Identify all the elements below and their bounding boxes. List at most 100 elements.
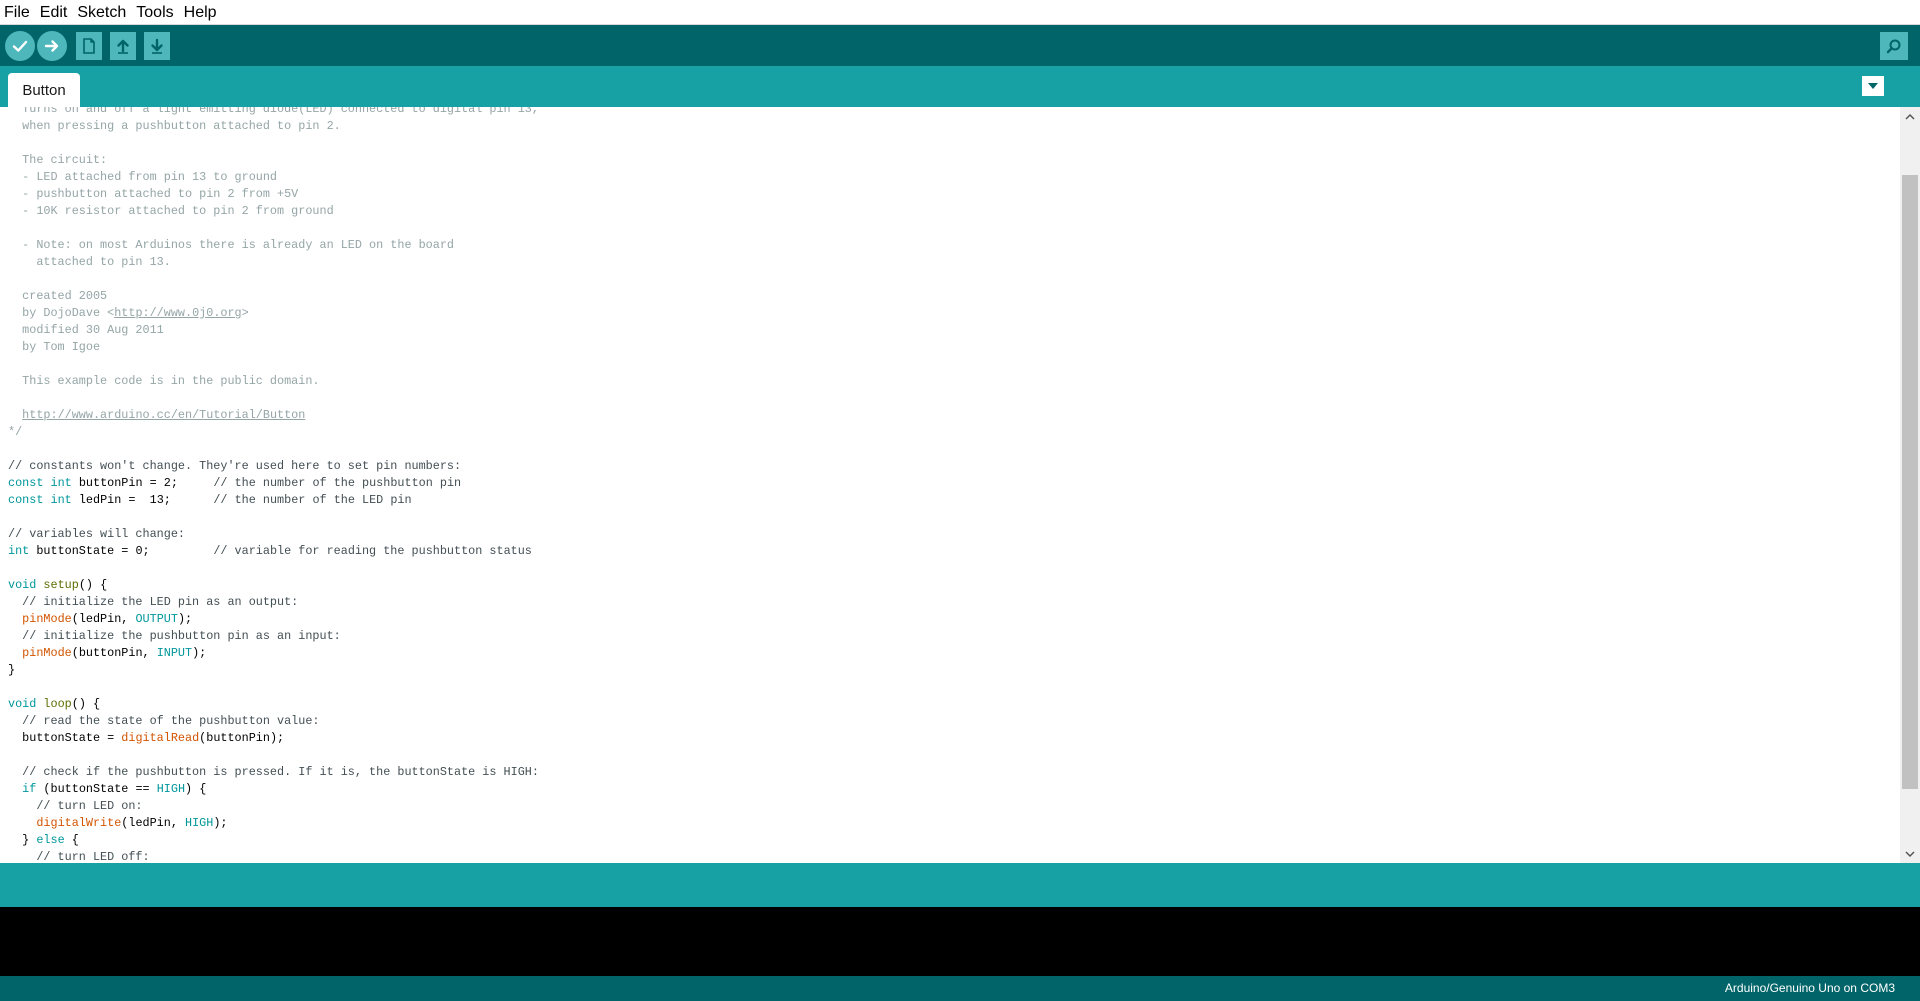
code-token: // initialize the LED pin as an output: — [8, 595, 299, 609]
code-line: when pressing a pushbutton attached to p… — [8, 118, 539, 135]
code-token: // variable for reading the pushbutton s… — [213, 544, 532, 558]
scroll-thumb[interactable] — [1902, 175, 1918, 789]
arrow-down-icon — [151, 38, 163, 54]
tab-button[interactable]: Button — [8, 73, 80, 107]
serial-monitor-button[interactable] — [1880, 32, 1908, 60]
checkmark-icon — [12, 40, 28, 52]
code-line: // initialize the pushbutton pin as an i… — [8, 628, 539, 645]
code-token: digitalRead — [121, 731, 200, 745]
code-line: This example code is in the public domai… — [8, 373, 539, 390]
code-token: ledPin = 13; — [71, 493, 214, 507]
code-token: - 10K resistor attached to pin 2 from gr… — [8, 204, 334, 218]
tab-menu-button[interactable] — [1862, 76, 1884, 96]
scroll-up-button[interactable] — [1900, 107, 1920, 125]
code-token: pinMode — [22, 646, 72, 660]
verify-button[interactable] — [5, 31, 35, 61]
code-link[interactable]: http://www.0j0.org — [114, 306, 241, 320]
code-line: by DojoDave <http://www.0j0.org> — [8, 305, 539, 322]
code-line: // turn LED off: — [8, 849, 539, 863]
code-token: (ledPin, — [121, 816, 185, 830]
code-token: by Tom Igoe — [8, 340, 101, 354]
code-token: setup — [43, 578, 79, 592]
menu-sketch[interactable]: Sketch — [72, 0, 131, 25]
new-button[interactable] — [76, 32, 102, 60]
console-output[interactable] — [0, 907, 1920, 976]
code-token: ); — [192, 646, 207, 660]
code-line: const int buttonPin = 2; // the number o… — [8, 475, 539, 492]
menu-edit[interactable]: Edit — [35, 0, 73, 25]
code-token: - Note: on most Arduinos there is alread… — [8, 238, 454, 252]
code-token: - pushbutton attached to pin 2 from +5V — [8, 187, 299, 201]
code-line: // turn LED on: — [8, 798, 539, 815]
code-token: () { — [71, 697, 101, 711]
menu-bar: File Edit Sketch Tools Help — [0, 0, 1920, 25]
code-token: void — [8, 578, 37, 592]
editor-scrollbar[interactable] — [1900, 107, 1920, 863]
code-token: int — [8, 544, 30, 558]
upload-button[interactable] — [37, 31, 67, 61]
code-token: loop — [43, 697, 72, 711]
code-token: modified 30 Aug 2011 — [8, 323, 164, 337]
code-token: The circuit: — [8, 153, 108, 167]
arrow-up-icon — [117, 39, 129, 54]
code-token: when pressing a pushbutton attached to p… — [8, 119, 341, 133]
scroll-down-button[interactable] — [1900, 845, 1920, 863]
chevron-down-icon — [1905, 851, 1915, 857]
code-token: OUTPUT — [135, 612, 178, 626]
code-token: This example code is in the public domai… — [8, 374, 320, 388]
code-token: */ — [8, 425, 23, 439]
code-editor[interactable]: Turns on and off a light emitting diode(… — [0, 107, 1920, 863]
code-line: buttonState = digitalRead(buttonPin); — [8, 730, 539, 747]
code-line: - LED attached from pin 13 to ground — [8, 169, 539, 186]
save-button[interactable] — [144, 32, 170, 60]
code-text[interactable]: Turns on and off a light emitting diode(… — [8, 107, 539, 863]
code-token: // the number of the LED pin — [213, 493, 412, 507]
code-token: (buttonState == — [36, 782, 157, 796]
code-token: } — [8, 833, 37, 847]
code-token: buttonState = — [8, 731, 122, 745]
code-line: int buttonState = 0; // variable for rea… — [8, 543, 539, 560]
code-line: void loop() { — [8, 696, 539, 713]
open-button[interactable] — [110, 32, 136, 60]
code-token: (ledPin, — [71, 612, 136, 626]
menu-help[interactable]: Help — [179, 0, 222, 25]
menu-file[interactable]: File — [0, 0, 35, 25]
code-line: - Note: on most Arduinos there is alread… — [8, 237, 539, 254]
arrow-right-icon — [44, 40, 59, 52]
code-token: Turns on and off a light emitting diode(… — [8, 107, 539, 116]
code-line: // read the state of the pushbutton valu… — [8, 713, 539, 730]
code-link[interactable]: http://www.arduino.cc/en/Tutorial/Button — [22, 408, 305, 422]
code-token: if — [22, 782, 37, 796]
code-line: attached to pin 13. — [8, 254, 539, 271]
code-token: buttonState = 0; — [29, 544, 214, 558]
tab-bar: Button — [0, 66, 1920, 107]
code-line: pinMode(ledPin, OUTPUT); — [8, 611, 539, 628]
code-token: // initialize the pushbutton pin as an i… — [8, 629, 341, 643]
menu-tools[interactable]: Tools — [131, 0, 178, 25]
code-token: > — [241, 306, 249, 320]
code-line: by Tom Igoe — [8, 339, 539, 356]
triangle-down-icon — [1868, 83, 1878, 89]
code-line: void setup() { — [8, 577, 539, 594]
code-token: } — [8, 663, 16, 677]
code-token: // constants won't change. They're used … — [8, 459, 462, 473]
code-line: const int ledPin = 13; // the number of … — [8, 492, 539, 509]
code-token: int — [50, 493, 72, 507]
code-token: // read the state of the pushbutton valu… — [8, 714, 320, 728]
